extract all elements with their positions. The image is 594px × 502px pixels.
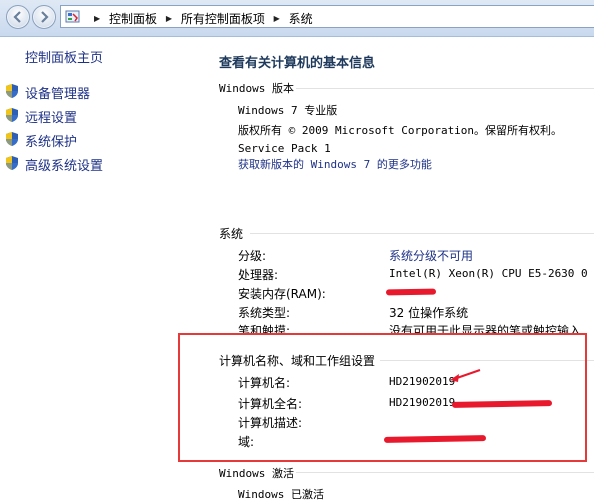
- service-pack: Service Pack 1: [238, 142, 331, 155]
- activation-status: Windows 已激活: [238, 488, 324, 501]
- section-heading-activation: Windows 激活: [219, 467, 294, 480]
- section-divider: [296, 88, 594, 89]
- windows-edition-name: Windows 7 专业版: [238, 104, 338, 117]
- forward-arrow-icon: [41, 11, 49, 23]
- annotation-highlight-box: [178, 333, 587, 462]
- sidebar-item-label: 远程设置: [25, 111, 78, 126]
- crumb-separator-icon[interactable]: ▶: [94, 14, 100, 23]
- page-title: 查看有关计算机的基本信息: [219, 56, 376, 71]
- crumb-separator-icon[interactable]: ▶: [166, 14, 172, 23]
- address-bar[interactable]: ▶ 控制面板 ▶ 所有控制面板项 ▶ 系统: [60, 5, 594, 28]
- address-toolbar: ▶ 控制面板 ▶ 所有控制面板项 ▶ 系统: [0, 0, 594, 37]
- back-arrow-icon: [13, 11, 21, 23]
- section-divider: [250, 233, 594, 234]
- rating-label: 分级:: [238, 249, 267, 263]
- more-features-link[interactable]: 获取新版本的 Windows 7 的更多功能: [238, 156, 432, 172]
- section-heading-edition: Windows 版本: [219, 82, 294, 95]
- back-button[interactable]: [6, 5, 30, 29]
- ram-label: 安装内存(RAM):: [238, 287, 326, 301]
- rating-value-link[interactable]: 系统分级不可用: [389, 247, 473, 264]
- sidebar-item-label: 高级系统设置: [25, 159, 104, 174]
- forward-button[interactable]: [32, 5, 56, 29]
- shield-icon: [6, 84, 18, 98]
- shield-icon: [6, 108, 18, 122]
- sidebar-item-label: 系统保护: [25, 135, 78, 150]
- sidebar-item-label: 设备管理器: [25, 87, 91, 102]
- copyright-text: 版权所有 © 2009 Microsoft Corporation。保留所有权利…: [238, 124, 563, 137]
- shield-icon: [6, 132, 18, 146]
- redaction-mark: [385, 288, 437, 296]
- processor-label: 处理器:: [238, 268, 279, 282]
- processor-value: Intel(R) Xeon(R) CPU E5-2630 0 @ 2: [389, 267, 594, 280]
- control-panel-icon: [65, 10, 80, 23]
- breadcrumb-control-panel[interactable]: 控制面板: [109, 10, 157, 27]
- crumb-separator-icon[interactable]: ▶: [274, 14, 280, 23]
- breadcrumb-all-items[interactable]: 所有控制面板项: [181, 10, 265, 27]
- breadcrumb-system[interactable]: 系统: [289, 10, 313, 27]
- system-type-value: 32 位操作系统: [389, 306, 469, 320]
- section-heading-system: 系统: [219, 227, 244, 241]
- control-panel-home-link[interactable]: 控制面板主页: [25, 47, 103, 66]
- system-type-label: 系统类型:: [238, 306, 291, 320]
- shield-icon: [6, 156, 18, 170]
- section-divider: [296, 472, 594, 473]
